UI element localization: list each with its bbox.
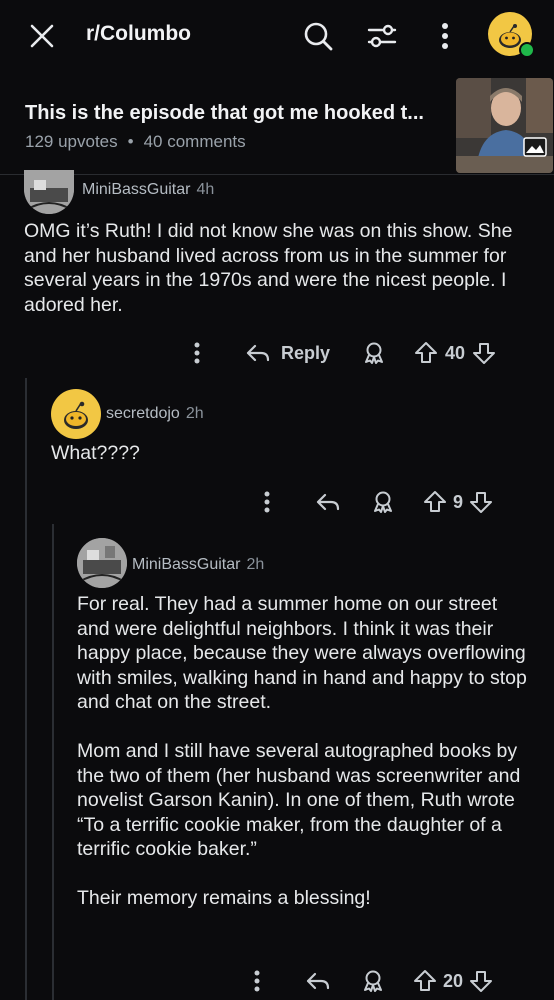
comment-author[interactable]: MiniBassGuitar 4h bbox=[82, 181, 214, 199]
downvote-icon[interactable] bbox=[472, 341, 496, 365]
comment-paragraph: Mom and I still have several autographed… bbox=[77, 740, 521, 860]
reply-button[interactable]: Reply bbox=[245, 342, 330, 364]
more-vertical-icon[interactable] bbox=[185, 342, 209, 364]
subreddit-name[interactable]: r/Columbo bbox=[86, 22, 191, 46]
reply-icon bbox=[246, 344, 270, 362]
comment-author[interactable]: secretdojo 2h bbox=[106, 405, 204, 423]
award-icon[interactable] bbox=[361, 969, 385, 993]
upvote-icon[interactable] bbox=[423, 490, 447, 514]
filter-icon[interactable] bbox=[362, 16, 402, 56]
downvote-icon[interactable] bbox=[469, 969, 493, 993]
comment-body: For real. They had a summer home on our … bbox=[77, 592, 527, 911]
author-name[interactable]: secretdojo bbox=[106, 405, 180, 422]
close-icon[interactable] bbox=[24, 18, 60, 54]
comment-body: What???? bbox=[51, 442, 140, 464]
more-vertical-icon[interactable] bbox=[255, 491, 279, 513]
comment-time: 4h bbox=[196, 181, 215, 198]
comment-count: 40 comments bbox=[143, 132, 246, 151]
upvote-count: 129 upvotes bbox=[25, 132, 118, 151]
post-meta: 129 upvotes • 40 comments bbox=[25, 132, 246, 152]
award-icon[interactable] bbox=[362, 341, 386, 365]
header-divider bbox=[0, 174, 554, 175]
comment-actions: Reply 40 bbox=[185, 336, 525, 370]
author-name[interactable]: MiniBassGuitar bbox=[132, 556, 240, 573]
downvote-icon[interactable] bbox=[469, 490, 493, 514]
post-title[interactable]: This is the episode that got me hooked t… bbox=[25, 102, 445, 125]
comment-paragraph: Their memory remains a blessing! bbox=[77, 887, 371, 909]
commenter-avatar[interactable] bbox=[24, 170, 74, 214]
reply-icon[interactable] bbox=[315, 491, 341, 513]
online-status-dot bbox=[519, 42, 535, 58]
vote-score: 20 bbox=[443, 970, 464, 991]
post-thumbnail[interactable] bbox=[456, 78, 553, 173]
comment-actions: 20 bbox=[245, 964, 535, 998]
award-icon[interactable] bbox=[371, 490, 395, 514]
more-vertical-icon[interactable] bbox=[245, 970, 269, 992]
vote-score: 9 bbox=[453, 491, 464, 512]
reply-icon[interactable] bbox=[305, 970, 331, 992]
thread-line[interactable] bbox=[25, 378, 27, 1000]
comment-time: 2h bbox=[185, 405, 204, 422]
comment-actions: 9 bbox=[255, 485, 525, 519]
comment-time: 2h bbox=[246, 556, 265, 573]
upvote-icon[interactable] bbox=[414, 341, 438, 365]
more-vertical-icon[interactable] bbox=[430, 16, 460, 56]
top-bar: r/Columbo bbox=[0, 0, 554, 72]
commenter-avatar[interactable] bbox=[51, 389, 101, 439]
author-name[interactable]: MiniBassGuitar bbox=[82, 181, 190, 198]
comment-body: OMG it’s Ruth! I did not know she was on… bbox=[24, 220, 513, 316]
reply-label: Reply bbox=[281, 342, 331, 363]
upvote-icon[interactable] bbox=[413, 969, 437, 993]
comment-author[interactable]: MiniBassGuitar 2h bbox=[132, 556, 264, 574]
thread-line[interactable] bbox=[52, 524, 54, 1000]
vote-score: 40 bbox=[445, 342, 466, 363]
meta-separator: • bbox=[127, 132, 134, 151]
comment-paragraph: For real. They had a summer home on our … bbox=[77, 593, 527, 713]
search-icon[interactable] bbox=[298, 16, 338, 56]
commenter-avatar[interactable] bbox=[77, 538, 127, 588]
